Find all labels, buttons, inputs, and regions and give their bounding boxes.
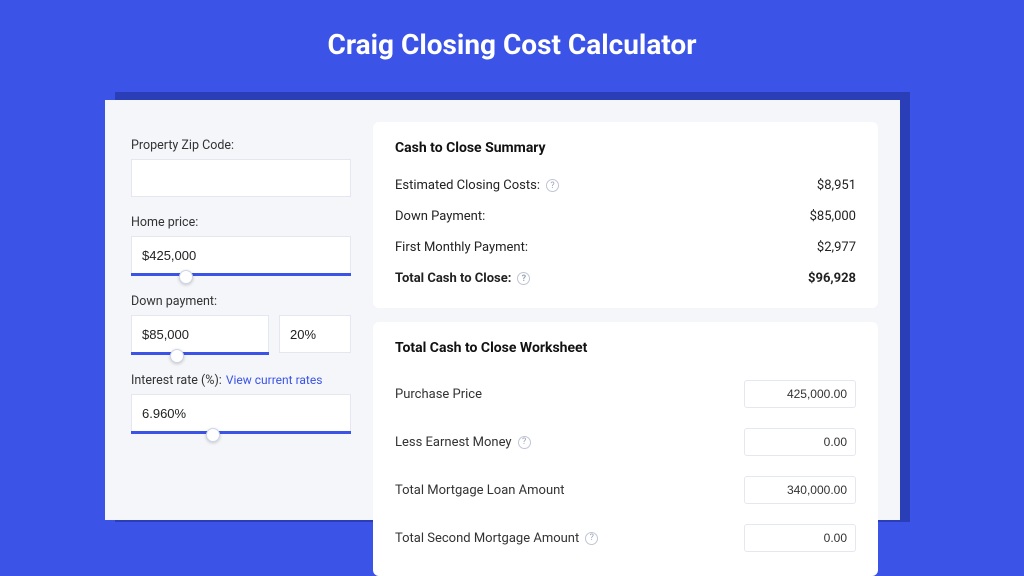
summary-row-value: $2,977 (817, 240, 856, 255)
interest-field (131, 394, 351, 432)
view-rates-link[interactable]: View current rates (226, 373, 323, 387)
worksheet-row: Total Second Mortgage Amount ? (395, 514, 856, 562)
interest-label: Interest rate (%): (131, 373, 222, 388)
worksheet-row: Purchase Price (395, 370, 856, 418)
help-icon[interactable]: ? (517, 272, 530, 285)
summary-row-label: First Monthly Payment: (395, 240, 528, 255)
summary-row-value: $8,951 (817, 178, 856, 193)
zip-input[interactable] (131, 159, 351, 197)
inputs-column: Property Zip Code: Home price: Down paym… (105, 100, 365, 520)
down-payment-slider[interactable] (131, 352, 269, 355)
home-price-slider[interactable] (131, 273, 351, 276)
home-price-field (131, 236, 351, 274)
summary-row: Estimated Closing Costs: ? $8,951 (395, 170, 856, 201)
worksheet-row-input[interactable] (744, 524, 856, 552)
down-payment-label: Down payment: (131, 294, 351, 309)
help-icon[interactable]: ? (546, 179, 559, 192)
worksheet-row-input[interactable] (744, 476, 856, 504)
home-price-label: Home price: (131, 215, 351, 230)
worksheet-row: Less Earnest Money ? (395, 418, 856, 466)
help-icon[interactable]: ? (585, 532, 598, 545)
worksheet-row-label: Less Earnest Money (395, 435, 512, 450)
summary-total-row: Total Cash to Close: ? $96,928 (395, 263, 856, 294)
summary-row: Down Payment: $85,000 (395, 201, 856, 232)
summary-total-value: $96,928 (808, 271, 856, 286)
page-title: Craig Closing Cost Calculator (0, 0, 1024, 83)
worksheet-card: Total Cash to Close Worksheet Purchase P… (373, 322, 878, 576)
worksheet-row-label: Total Second Mortgage Amount (395, 531, 579, 546)
interest-slider[interactable] (131, 431, 351, 434)
worksheet-heading: Total Cash to Close Worksheet (395, 340, 856, 356)
down-payment-field (131, 315, 269, 353)
down-payment-pct-input[interactable] (279, 315, 351, 353)
summary-row: First Monthly Payment: $2,977 (395, 232, 856, 263)
down-payment-input[interactable] (131, 315, 269, 353)
summary-row-label: Estimated Closing Costs: (395, 178, 540, 193)
down-payment-pct-field (279, 315, 351, 353)
worksheet-row-input[interactable] (744, 428, 856, 456)
calculator-panel: Property Zip Code: Home price: Down paym… (105, 100, 900, 520)
home-price-input[interactable] (131, 236, 351, 274)
summary-heading: Cash to Close Summary (395, 140, 856, 156)
summary-total-label: Total Cash to Close: (395, 271, 511, 286)
worksheet-row-label: Purchase Price (395, 387, 482, 402)
summary-row-label: Down Payment: (395, 209, 485, 224)
worksheet-row-input[interactable] (744, 380, 856, 408)
help-icon[interactable]: ? (518, 436, 531, 449)
worksheet-row-label: Total Mortgage Loan Amount (395, 483, 565, 498)
results-column: Cash to Close Summary Estimated Closing … (365, 100, 900, 520)
worksheet-row: Total Mortgage Loan Amount (395, 466, 856, 514)
summary-card: Cash to Close Summary Estimated Closing … (373, 122, 878, 308)
zip-label: Property Zip Code: (131, 138, 351, 153)
interest-input[interactable] (131, 394, 351, 432)
summary-row-value: $85,000 (810, 209, 856, 224)
